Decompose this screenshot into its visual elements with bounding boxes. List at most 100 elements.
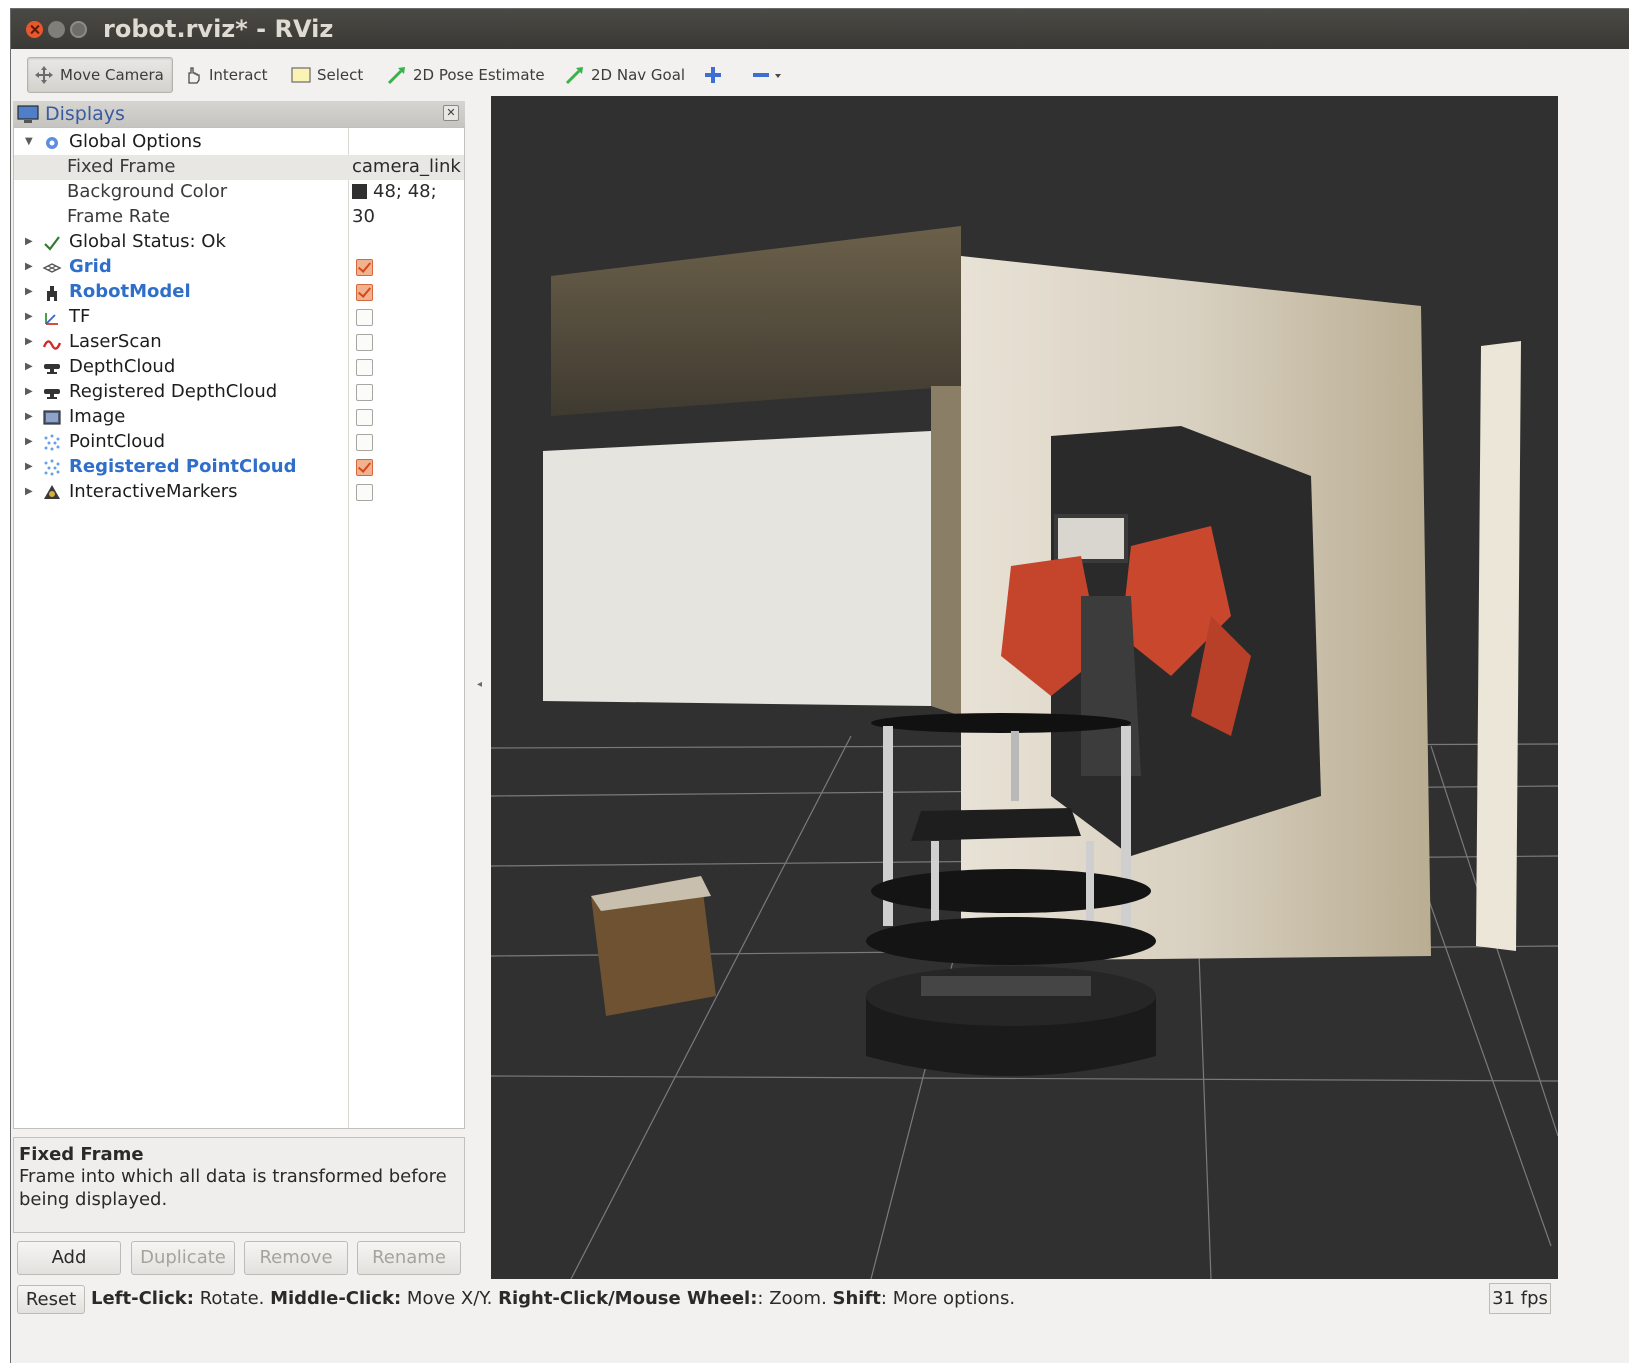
description-text: Frame into which all data is transformed… <box>19 1166 447 1210</box>
expand-arrow-icon[interactable]: ▶ <box>25 386 33 397</box>
add-display-button[interactable]: Add <box>17 1241 121 1275</box>
displays-panel-header: Displays ✕ <box>13 101 465 127</box>
tree-row-background-color[interactable]: Background Color 48; 48; <box>14 180 464 205</box>
reset-button[interactable]: Reset <box>17 1285 85 1314</box>
expand-arrow-icon[interactable]: ▶ <box>25 261 33 272</box>
whiteboard <box>543 431 931 706</box>
fixed-frame-value[interactable]: camera_link <box>352 156 461 177</box>
mouse-hint: Left-Click: Rotate. Middle-Click: Move X… <box>91 1288 1015 1309</box>
close-panel-button[interactable]: ✕ <box>443 105 459 121</box>
frame-rate-label: Frame Rate <box>67 206 171 227</box>
add-tool-button[interactable] <box>697 57 729 93</box>
checkbox-laserscan[interactable] <box>356 334 373 351</box>
select-tool[interactable]: Select <box>285 57 369 93</box>
title-bar: robot.rviz* - RViz <box>11 9 1629 49</box>
chevron-down-icon <box>775 74 781 78</box>
checkbox-grid[interactable] <box>356 259 373 276</box>
point-cloud-icon <box>44 434 60 451</box>
interact-label: Interact <box>209 66 268 84</box>
door-frame <box>931 386 961 716</box>
wall-top-surface <box>551 226 961 416</box>
property-description: Fixed Frame Frame into which all data is… <box>13 1137 465 1233</box>
expand-arrow-icon[interactable]: ▶ <box>25 486 33 497</box>
2d-nav-goal-tool[interactable]: 2D Nav Goal <box>559 57 691 93</box>
grid-icon <box>42 263 62 273</box>
image-icon <box>43 410 61 425</box>
hint-key: Middle-Click: <box>270 1288 402 1309</box>
green-arrow-icon <box>565 67 583 85</box>
display-name-grid: Grid <box>69 256 112 277</box>
global-options-label: Global Options <box>69 131 202 152</box>
move-camera-label: Move Camera <box>60 66 164 84</box>
displays-tree: ▼ Global Options Fixed Frame camera_link… <box>13 127 465 1129</box>
expand-arrow-icon[interactable]: ▶ <box>25 236 33 247</box>
expand-arrow-icon[interactable]: ▶ <box>25 311 33 322</box>
tree-row-fixed-frame[interactable]: Fixed Frame camera_link <box>14 155 464 180</box>
tree-row-tf[interactable]: ▶ TF <box>14 305 464 330</box>
checkbox-registered-pointcloud[interactable] <box>356 459 373 476</box>
tree-row-depthcloud[interactable]: ▶ DepthCloud <box>14 355 464 380</box>
tree-row-image[interactable]: ▶ Image <box>14 405 464 430</box>
hint-key: Shift <box>832 1288 881 1309</box>
expand-arrow-icon[interactable]: ▶ <box>25 286 33 297</box>
tree-row-registered-depthcloud[interactable]: ▶ Registered DepthCloud <box>14 380 464 405</box>
rename-display-button[interactable]: Rename <box>357 1241 461 1275</box>
description-title: Fixed Frame <box>19 1144 144 1165</box>
display-name-laserscan: LaserScan <box>69 331 162 352</box>
color-swatch <box>352 184 367 199</box>
tree-row-interactivemarkers[interactable]: ▶ InteractiveMarkers <box>14 480 464 505</box>
panel-splitter-handle[interactable]: ◂ <box>477 679 482 690</box>
tree-row-robotmodel[interactable]: ▶ RobotModel <box>14 280 464 305</box>
checkbox-pointcloud[interactable] <box>356 434 373 451</box>
checkbox-image[interactable] <box>356 409 373 426</box>
hint-text: : Zoom. <box>757 1288 833 1309</box>
tree-row-pointcloud[interactable]: ▶ PointCloud <box>14 430 464 455</box>
tree-row-frame-rate[interactable]: Frame Rate 30 <box>14 205 464 230</box>
background-color-value[interactable]: 48; 48; <box>352 181 437 202</box>
minimize-window-button[interactable] <box>48 21 65 38</box>
hint-key: Right-Click/Mouse Wheel: <box>498 1288 758 1309</box>
tree-row-grid[interactable]: ▶ Grid <box>14 255 464 280</box>
displays-panel-title: Displays <box>45 103 125 125</box>
tree-row-global-options[interactable]: ▼ Global Options <box>14 130 464 155</box>
display-name-tf: TF <box>69 306 91 327</box>
displays-button-row: Add Duplicate Remove Rename <box>13 1241 465 1277</box>
checkbox-registered-depthcloud[interactable] <box>356 384 373 401</box>
frame-rate-value[interactable]: 30 <box>352 206 375 227</box>
select-box-icon <box>291 67 311 83</box>
global-status-label: Global Status: Ok <box>69 231 226 252</box>
tf-axes-icon <box>45 313 58 325</box>
checkbox-depthcloud[interactable] <box>356 359 373 376</box>
checkbox-tf[interactable] <box>356 309 373 326</box>
close-window-button[interactable] <box>26 21 43 38</box>
expand-arrow-icon[interactable]: ▶ <box>25 436 33 447</box>
maximize-window-button[interactable] <box>70 21 87 38</box>
interact-tool[interactable]: Interact <box>177 57 274 93</box>
displays-panel: Displays ✕ ▼ Global Options Fixed Frame … <box>13 101 465 1303</box>
move-camera-tool[interactable]: Move Camera <box>27 57 173 93</box>
expand-arrow-icon[interactable]: ▶ <box>25 361 33 372</box>
hint-key: Left-Click: <box>91 1288 194 1309</box>
checkbox-interactivemarkers[interactable] <box>356 484 373 501</box>
checkmark-icon <box>44 236 60 251</box>
laser-scan-icon <box>42 340 62 350</box>
remove-display-button[interactable]: Remove <box>244 1241 348 1275</box>
tree-row-laserscan[interactable]: ▶ LaserScan <box>14 330 464 355</box>
duplicate-display-button[interactable]: Duplicate <box>131 1241 235 1275</box>
remove-tool-button[interactable] <box>745 57 791 93</box>
2d-pose-estimate-tool[interactable]: 2D Pose Estimate <box>381 57 551 93</box>
expand-arrow-icon[interactable]: ▶ <box>25 461 33 472</box>
gear-icon <box>46 137 58 149</box>
display-name-registered-depthcloud: Registered DepthCloud <box>69 381 278 402</box>
expand-arrow-icon[interactable]: ▶ <box>25 411 33 422</box>
expand-arrow-icon[interactable]: ▼ <box>25 136 33 147</box>
display-name-image: Image <box>69 406 126 427</box>
tree-row-global-status[interactable]: ▶ Global Status: Ok <box>14 230 464 255</box>
hint-text: : More options. <box>880 1288 1016 1309</box>
kinect-icon <box>44 389 60 399</box>
expand-arrow-icon[interactable]: ▶ <box>25 336 33 347</box>
tree-row-registered-pointcloud[interactable]: ▶ Registered PointCloud <box>14 455 464 480</box>
3d-render-viewport[interactable] <box>491 96 1558 1279</box>
checkbox-robotmodel[interactable] <box>356 284 373 301</box>
2d-nav-goal-label: 2D Nav Goal <box>591 66 686 84</box>
